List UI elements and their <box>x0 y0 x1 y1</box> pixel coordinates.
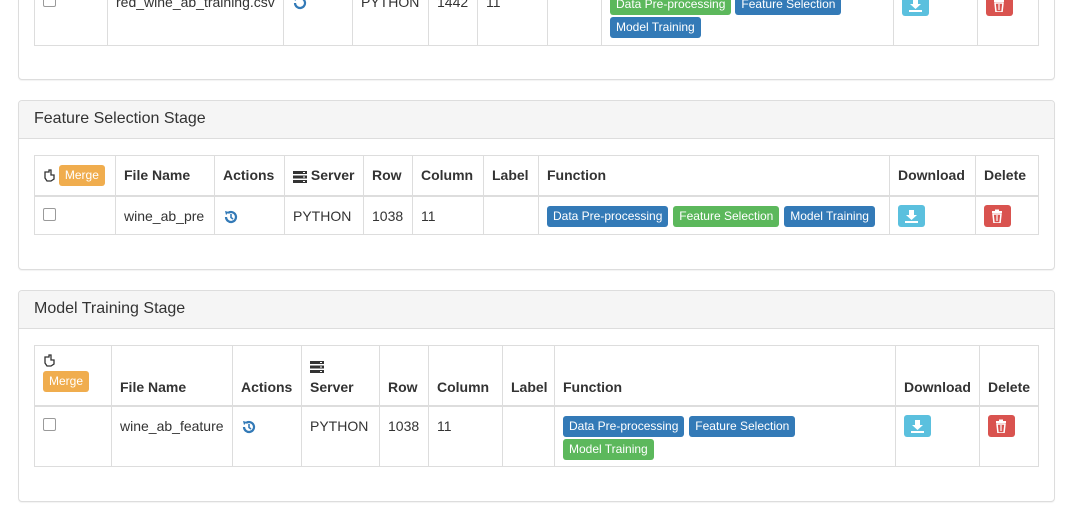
function-badge-feature-selection[interactable]: Feature Selection <box>735 0 842 15</box>
download-button[interactable] <box>904 414 931 437</box>
feature-selection-panel: Feature Selection Stage Merge File Name … <box>18 100 1055 270</box>
column-cell: 11 <box>412 195 484 235</box>
server-header: Server <box>310 167 355 184</box>
model-table: Merge File Name Actions Server Row Colum… <box>34 345 1039 467</box>
file-name-cell: wine_ab_feature <box>111 405 233 467</box>
history-icon[interactable] <box>241 419 257 435</box>
download-header: Download <box>889 155 976 197</box>
actions-header: Actions <box>232 345 302 407</box>
data-preprocessing-panel: red_wine_ab_training.csv PYTHON 1442 11 … <box>18 0 1055 80</box>
top-table: red_wine_ab_training.csv PYTHON 1442 11 … <box>34 0 1039 46</box>
label-cell <box>483 195 539 235</box>
download-icon <box>909 0 922 12</box>
delete-button[interactable] <box>984 204 1011 227</box>
column-header: Column <box>428 345 503 407</box>
server-cell: PYTHON <box>301 405 380 467</box>
row-cell: 1442 <box>428 0 478 46</box>
server-cell: PYTHON <box>284 195 364 235</box>
merge-button[interactable]: Merge <box>58 164 105 186</box>
file-name-cell: wine_ab_pre <box>115 195 215 235</box>
delete-header: Delete <box>979 345 1039 407</box>
table-row: wine_ab_pre PYTHON 1038 11 Data Pre-proc… <box>34 195 1039 235</box>
delete-button[interactable] <box>988 414 1015 437</box>
label-header: Label <box>502 345 555 407</box>
hand-pointer-icon <box>44 168 55 182</box>
panel-title: Model Training Stage <box>19 291 1054 329</box>
column-cell: 11 <box>477 0 548 46</box>
row-checkbox[interactable] <box>43 417 56 431</box>
actions-header: Actions <box>214 155 285 197</box>
function-badge-feature-selection[interactable]: Feature Selection <box>689 415 796 437</box>
row-checkbox[interactable] <box>43 207 56 221</box>
server-cell: PYTHON <box>352 0 429 46</box>
row-cell: 1038 <box>379 405 429 467</box>
download-icon <box>911 419 924 433</box>
function-badge-feature-selection[interactable]: Feature Selection <box>673 205 780 227</box>
trash-icon <box>996 419 1006 433</box>
server-icon <box>293 170 307 183</box>
history-icon[interactable] <box>223 209 239 225</box>
row-cell: 1038 <box>363 195 413 235</box>
column-header: Column <box>412 155 484 197</box>
column-cell: 11 <box>428 405 503 467</box>
download-header: Download <box>895 345 980 407</box>
table-row: red_wine_ab_training.csv PYTHON 1442 11 … <box>34 0 1039 46</box>
function-badge-preprocessing[interactable]: Data Pre-processing <box>563 415 685 437</box>
function-badge-model-training[interactable]: Model Training <box>563 438 654 460</box>
table-header-row: Merge File Name Actions Server Row Colum… <box>34 155 1039 197</box>
merge-button[interactable]: Merge <box>43 371 90 392</box>
row-header: Row <box>379 345 429 407</box>
label-cell <box>547 0 602 46</box>
file-name-header: File Name <box>111 345 233 407</box>
download-button[interactable] <box>898 204 925 227</box>
download-button[interactable] <box>902 0 929 16</box>
table-row: wine_ab_feature PYTHON 1038 11 Data Pre-… <box>34 405 1039 467</box>
function-badge-preprocessing[interactable]: Data Pre-processing <box>610 0 732 15</box>
model-training-panel: Model Training Stage Merge File Name Act… <box>18 290 1055 502</box>
function-badge-model-training[interactable]: Model Training <box>610 17 701 38</box>
panel-title: Feature Selection Stage <box>19 101 1054 139</box>
history-icon[interactable] <box>292 0 308 11</box>
trash-icon <box>994 0 1004 12</box>
server-icon <box>310 360 324 373</box>
server-header: Server <box>310 378 354 395</box>
label-header: Label <box>483 155 539 197</box>
row-header: Row <box>363 155 413 197</box>
trash-icon <box>992 209 1002 223</box>
row-checkbox[interactable] <box>43 0 56 7</box>
feature-table: Merge File Name Actions Server Row Colum… <box>34 155 1039 235</box>
function-header: Function <box>538 155 890 197</box>
file-name-cell: red_wine_ab_training.csv <box>107 0 284 46</box>
delete-button[interactable] <box>986 0 1013 16</box>
download-icon <box>905 209 918 223</box>
function-header: Function <box>554 345 896 407</box>
function-badge-preprocessing[interactable]: Data Pre-processing <box>547 205 669 227</box>
table-header-row: Merge File Name Actions Server Row Colum… <box>34 345 1039 407</box>
hand-pointer-icon <box>44 354 55 367</box>
function-badge-model-training[interactable]: Model Training <box>784 205 875 227</box>
delete-header: Delete <box>975 155 1039 197</box>
file-name-header: File Name <box>115 155 215 197</box>
label-cell <box>502 405 555 467</box>
